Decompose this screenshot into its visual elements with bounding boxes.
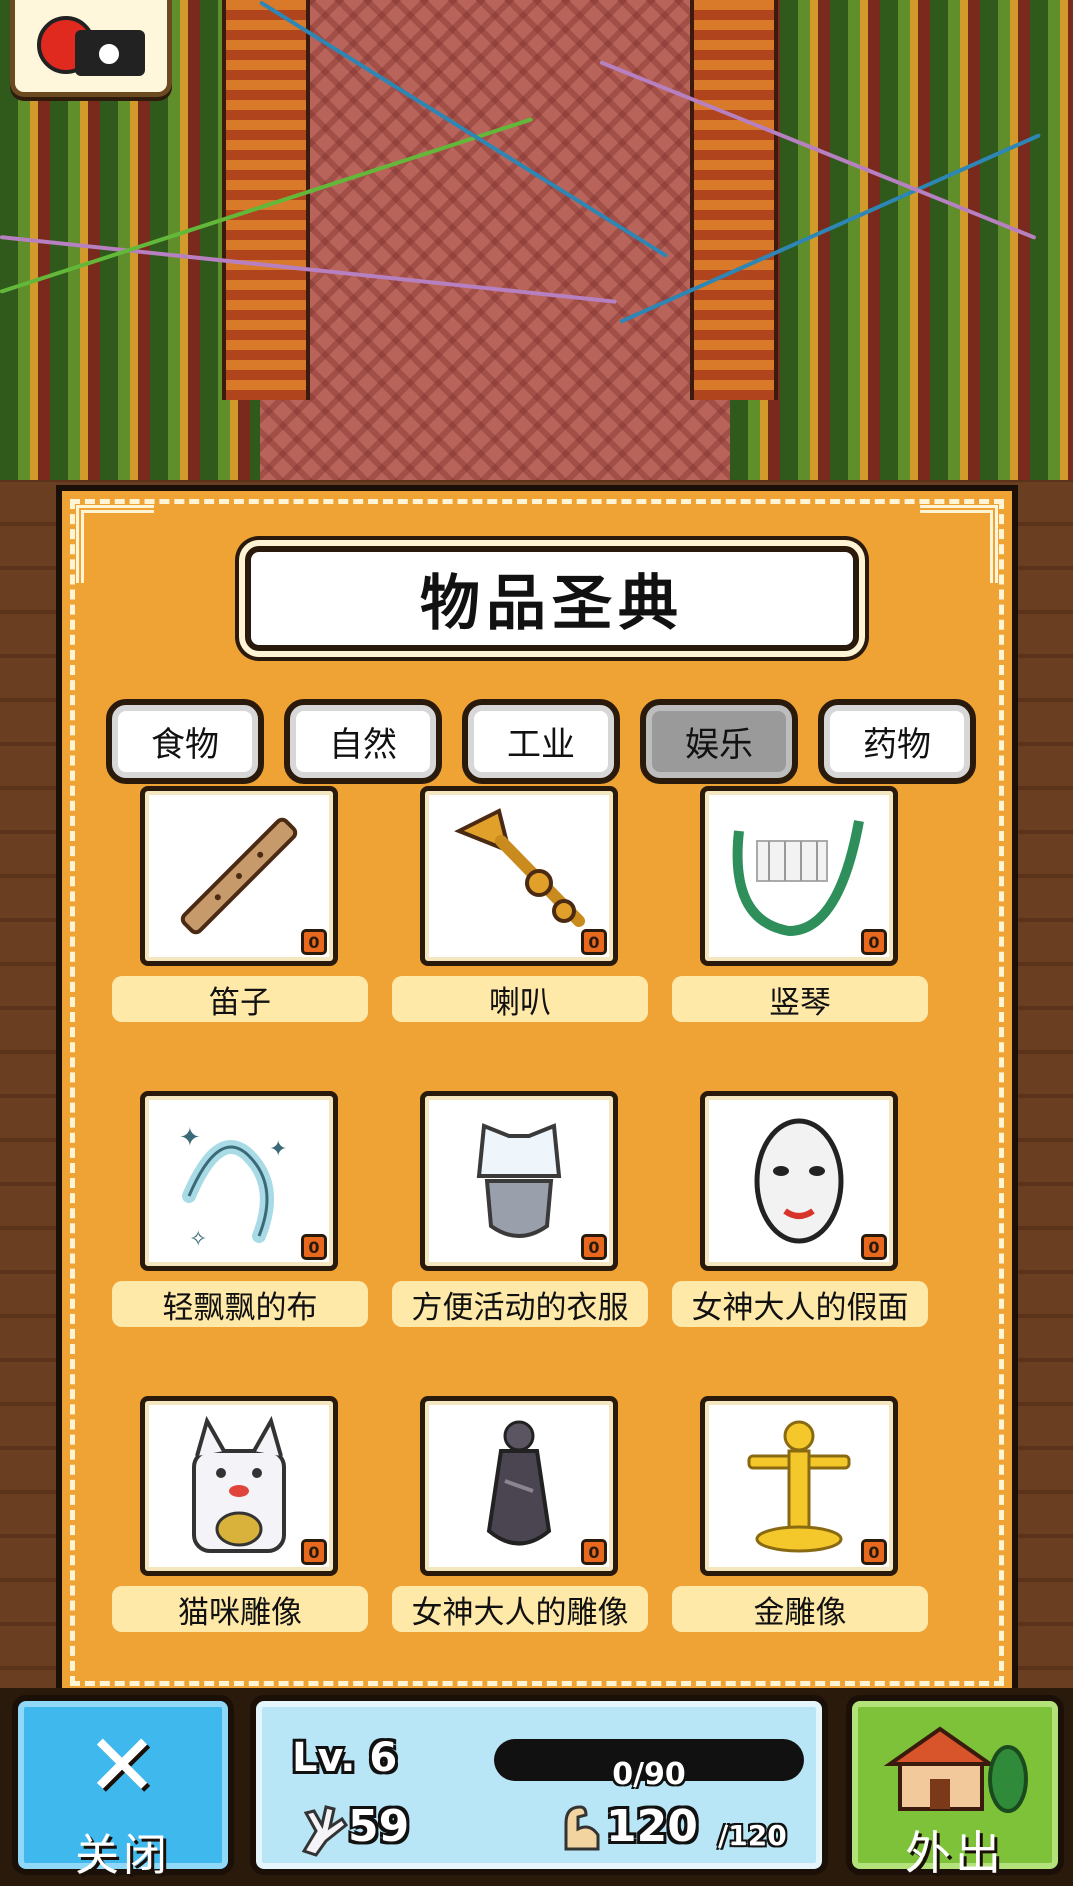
tab-food[interactable]: 食物 — [106, 699, 264, 784]
item-card[interactable]: 0 — [420, 786, 618, 966]
power-arm-icon — [564, 1805, 600, 1851]
ornament-corner — [76, 505, 154, 583]
close-button[interactable]: ✕ 关闭 — [12, 1695, 234, 1881]
goddess-statue-icon — [486, 1420, 552, 1546]
power-max: /120 — [718, 1819, 787, 1852]
item-encyclopedia-panel: 物品圣典 食物 自然 工业 娱乐 药物 0 笛子 0 喇叭 0 竖琴 ✦ ✦ ✧… — [56, 485, 1018, 1700]
item-count: 0 — [581, 929, 607, 955]
goddess-mask-icon — [754, 1118, 844, 1244]
camera-button[interactable] — [10, 0, 172, 97]
item-label: 喇叭 — [392, 976, 648, 1022]
left-pillar — [222, 0, 310, 400]
item-fluttering-cloth: ✦ ✦ ✧ 0 轻飘飘的布 — [112, 1091, 368, 1341]
close-x-icon: ✕ — [86, 1716, 159, 1816]
item-lucky-cat-statue: 0 猫咪雕像 — [112, 1396, 368, 1646]
carpet — [260, 0, 730, 520]
trumpet-icon — [454, 808, 585, 927]
item-card[interactable]: 0 — [420, 1091, 618, 1271]
svg-text:✦: ✦ — [269, 1137, 287, 1162]
item-card[interactable]: ✦ ✦ ✧ 0 — [140, 1091, 338, 1271]
item-label: 笛子 — [112, 976, 368, 1022]
item-label: 女神大人的假面 — [672, 1281, 928, 1327]
item-count: 0 — [861, 929, 887, 955]
item-label: 轻飘飘的布 — [112, 1281, 368, 1327]
item-count: 0 — [581, 1539, 607, 1565]
item-label: 猫咪雕像 — [112, 1586, 368, 1632]
item-card[interactable]: 0 — [700, 1091, 898, 1271]
item-label: 女神大人的雕像 — [392, 1586, 648, 1632]
player-level: Lv. 6 — [292, 1735, 398, 1781]
flute-icon — [180, 817, 298, 935]
item-goddess-mask: 0 女神大人的假面 — [672, 1091, 928, 1341]
item-card[interactable]: 0 — [420, 1396, 618, 1576]
item-count: 0 — [861, 1234, 887, 1260]
item-label: 竖琴 — [672, 976, 928, 1022]
item-card[interactable]: 0 — [140, 786, 338, 966]
svg-text:✧: ✧ — [189, 1227, 207, 1252]
camera-lens-icon — [95, 40, 123, 68]
close-button-label: 关闭 — [75, 1830, 171, 1881]
tab-industry[interactable]: 工业 — [462, 699, 620, 784]
harp-icon — [732, 820, 864, 937]
item-trumpet: 0 喇叭 — [392, 786, 648, 1036]
lucky-cat-statue-icon — [192, 1415, 286, 1553]
player-status-panel: Lv. 6 0/90 59 120 /120 — [250, 1695, 828, 1875]
item-count: 0 — [301, 929, 327, 955]
item-count: 0 — [581, 1234, 607, 1260]
go-out-button-label: 外出 — [905, 1826, 1005, 1880]
item-card[interactable]: 0 — [700, 786, 898, 966]
right-pillar — [690, 0, 778, 400]
item-flute: 0 笛子 — [112, 786, 368, 1036]
power-value: 120 — [606, 1801, 698, 1852]
tab-entertainment[interactable]: 娱乐 — [640, 699, 798, 784]
item-count: 0 — [301, 1234, 327, 1260]
item-count: 0 — [861, 1539, 887, 1565]
category-tabs: 食物 自然 工业 娱乐 药物 — [106, 699, 976, 784]
stamina-hand-icon — [301, 1805, 348, 1857]
fluttering-cloth-icon: ✦ ✦ ✧ — [179, 1123, 287, 1252]
item-gold-statue: 0 金雕像 — [672, 1396, 928, 1646]
svg-text:✦: ✦ — [179, 1123, 201, 1153]
house-icon — [883, 1726, 1028, 1813]
item-card[interactable]: 0 — [140, 1396, 338, 1576]
item-label: 方便活动的衣服 — [392, 1281, 648, 1327]
stamina-value: 59 — [348, 1801, 410, 1852]
xp-text: 0/90 — [612, 1757, 686, 1792]
clothes-icon — [476, 1123, 562, 1238]
item-count: 0 — [301, 1539, 327, 1565]
item-harp: 0 竖琴 — [672, 786, 928, 1036]
tab-nature[interactable]: 自然 — [284, 699, 442, 784]
item-goddess-statue: 0 女神大人的雕像 — [392, 1396, 648, 1646]
tab-medicine[interactable]: 药物 — [818, 699, 976, 784]
item-label: 金雕像 — [672, 1586, 928, 1632]
panel-title: 物品圣典 — [245, 546, 859, 651]
go-out-button[interactable]: 外出 — [846, 1695, 1064, 1880]
item-clothes: 0 方便活动的衣服 — [392, 1091, 648, 1341]
right-curtain — [730, 0, 1073, 520]
gold-statue-icon — [747, 1420, 851, 1553]
ornament-corner — [920, 505, 998, 583]
item-card[interactable]: 0 — [700, 1396, 898, 1576]
